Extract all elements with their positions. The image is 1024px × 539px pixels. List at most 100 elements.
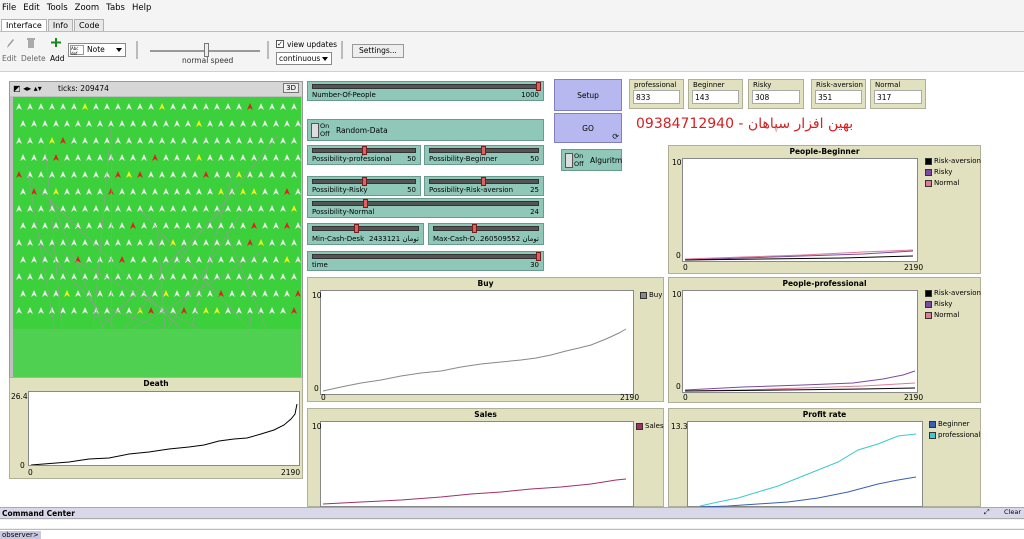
people-professional-plot: People-professional 10 0 0 2190 Risk-ave… (668, 277, 981, 403)
sales-plot: Sales 10 Sales (307, 408, 664, 507)
update-mode-select[interactable]: continuous (276, 52, 332, 65)
menu-zoom[interactable]: Zoom (75, 3, 100, 13)
switch-toggle[interactable] (565, 153, 573, 168)
speed-label: normal speed (182, 56, 233, 65)
buy-legend-item: Buy (640, 291, 662, 299)
slider-knob[interactable] (481, 146, 486, 155)
legend-risk-aversion: Risk-aversion (925, 289, 981, 297)
agent-person (247, 307, 253, 314)
slider-knob[interactable] (354, 224, 359, 233)
monitor-value: 351 (815, 90, 862, 104)
agent-person (137, 171, 143, 178)
agent-person (108, 120, 114, 127)
speed-slider-knob[interactable] (204, 43, 209, 57)
agent-person (49, 103, 55, 110)
algorithm-switch[interactable]: OnOff Alguritm (561, 149, 622, 171)
slider-knob[interactable] (536, 82, 541, 91)
menu-edit[interactable]: Edit (23, 3, 39, 13)
agent-person (16, 273, 22, 280)
menu-tools[interactable]: Tools (47, 3, 68, 13)
settings-button[interactable]: Settings... (352, 44, 404, 58)
agent-person (42, 188, 48, 195)
agent-person (148, 307, 154, 314)
agent-person (31, 188, 37, 195)
agent-person (130, 256, 136, 263)
agent-person (126, 273, 132, 280)
agent-person (119, 256, 125, 263)
time-slider[interactable]: time 30 (307, 251, 544, 271)
add-button[interactable]: Add (50, 54, 65, 63)
agent-person (225, 239, 231, 246)
slider-knob[interactable] (362, 177, 367, 186)
random-data-switch[interactable]: OnOff Random-Data (307, 119, 544, 141)
buy-plot-title: Buy (308, 279, 663, 288)
trash-icon[interactable] (26, 37, 36, 49)
agent-person (130, 154, 136, 161)
tab-info[interactable]: Info (48, 19, 73, 31)
agent-person (27, 205, 33, 212)
legend-swatch (929, 432, 936, 439)
agent-person (192, 273, 198, 280)
agent-person (203, 103, 209, 110)
agent-person (174, 154, 180, 161)
agent-person (31, 256, 37, 263)
pencil-icon[interactable] (5, 37, 15, 49)
edit-button[interactable]: Edit (2, 54, 17, 63)
agent-person (291, 239, 297, 246)
slider-knob[interactable] (472, 224, 477, 233)
possibility-normal-slider[interactable]: Possibility-Normal 24 (307, 198, 544, 218)
agent-person (262, 154, 268, 161)
world-canvas[interactable] (13, 97, 301, 329)
agent-person (284, 290, 290, 297)
agent-person (38, 103, 44, 110)
menu-help[interactable]: Help (132, 3, 151, 13)
plus-icon[interactable] (51, 37, 61, 49)
possibility-risky-slider[interactable]: Possibility-Risky 50 (307, 176, 421, 196)
slider-knob[interactable] (481, 177, 486, 186)
slider-knob[interactable] (362, 146, 367, 155)
monitor-value: 833 (633, 90, 680, 104)
3d-button[interactable]: 3D (283, 83, 299, 93)
agent-person (27, 239, 33, 246)
slider-knob[interactable] (363, 199, 368, 208)
agent-person (148, 137, 154, 144)
tab-interface[interactable]: Interface (1, 19, 47, 31)
legend-swatch (929, 421, 936, 428)
slider-knob[interactable] (536, 252, 541, 261)
agent-person (280, 273, 286, 280)
slider-label: Possibility-Beginner (429, 155, 497, 163)
slider-track (312, 226, 419, 231)
clear-button[interactable]: Clear (1004, 508, 1021, 516)
max-cash-desk-slider[interactable]: Max-Cash-D... 260509552 تومان (428, 223, 544, 245)
possibility-professional-slider[interactable]: Possibility-professional 50 (307, 145, 421, 165)
delete-button[interactable]: Delete (21, 54, 46, 63)
setup-button[interactable]: Setup (554, 79, 622, 111)
agent-link (157, 224, 165, 337)
world-view: ◩ ◂▸ ▴▾ ticks: 209474 3D (9, 81, 303, 380)
number-of-people-slider[interactable]: Number-Of-People 1000 (307, 81, 544, 101)
agent-person (284, 222, 290, 229)
switch-toggle[interactable] (311, 123, 319, 138)
tab-code[interactable]: Code (74, 19, 104, 31)
agent-person (258, 273, 264, 280)
agent-person (236, 239, 242, 246)
agent-person (207, 120, 213, 127)
widget-type-select[interactable]: Abcdef Note (68, 43, 126, 57)
possibility-beginner-slider[interactable]: Possibility-Beginner 50 (424, 145, 544, 165)
agent-person (280, 137, 286, 144)
min-cash-desk-slider[interactable]: Min-Cash-Desk 2433121 تومان (307, 223, 424, 245)
expand-icon[interactable]: ⤢ (984, 508, 990, 517)
agent-person (240, 290, 246, 297)
agent-person (273, 188, 279, 195)
agent-person (280, 171, 286, 178)
possibility-risk-aversion-slider[interactable]: Possibility-Risk-aversion 25 (424, 176, 544, 196)
menu-file[interactable]: File (2, 3, 16, 13)
view-updates-checkbox[interactable]: ✓ (276, 40, 284, 48)
buy-xmin: 0 (321, 393, 326, 402)
view-nav-icon[interactable]: ◩ ◂▸ ▴▾ (13, 84, 42, 93)
go-button[interactable]: GO ⟳ (554, 113, 622, 143)
agent-person (273, 120, 279, 127)
monitor-professional: professional 833 (629, 79, 684, 109)
menu-tabs[interactable]: Tabs (106, 3, 125, 13)
agent-person (291, 307, 297, 314)
